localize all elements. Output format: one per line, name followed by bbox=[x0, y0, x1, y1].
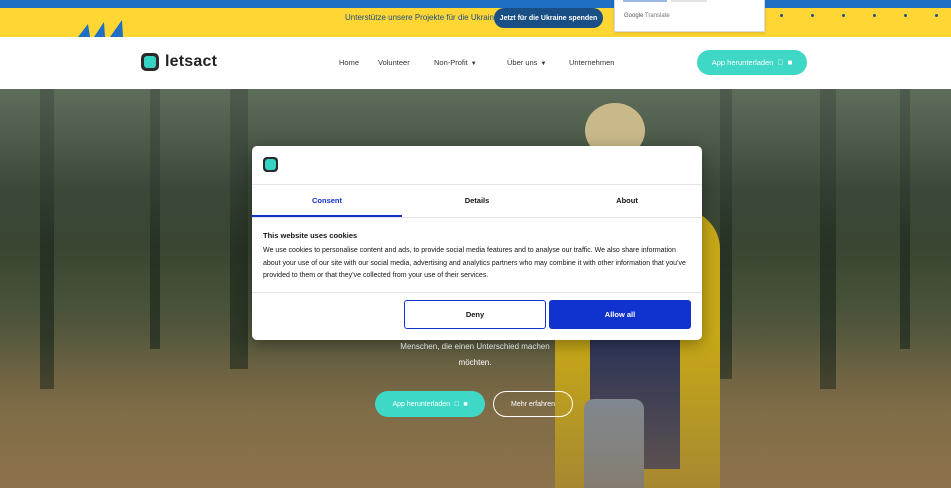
nav-item-non-profit[interactable]: Non-Profit ▼ bbox=[434, 58, 477, 67]
translate-bar bbox=[623, 0, 667, 2]
tab-details[interactable]: Details bbox=[402, 184, 552, 216]
android-icon: ■ bbox=[784, 58, 792, 67]
chevron-down-icon: ▼ bbox=[470, 61, 477, 67]
hero-subtitle: Menschen, die einen Unterschied machen m… bbox=[400, 342, 550, 367]
letsact-logo[interactable]: letsact bbox=[141, 53, 217, 71]
translate-bar bbox=[671, 0, 707, 2]
google-translate-label: Google Translate bbox=[624, 13, 670, 19]
google-translate-widget[interactable]: Google Translate bbox=[614, 0, 765, 32]
chevron-down-icon: ▼ bbox=[540, 61, 547, 67]
nav-item-ueber-uns[interactable]: Über uns ▼ bbox=[507, 58, 546, 67]
banner-blue-stripe bbox=[0, 0, 951, 8]
deny-cookies-button[interactable]: Deny bbox=[404, 300, 546, 329]
tab-about[interactable]: About bbox=[552, 184, 702, 216]
donate-ukraine-button[interactable]: Jetzt für die Ukraine spenden bbox=[494, 8, 603, 28]
android-icon: ■ bbox=[460, 400, 467, 408]
nav-item-volunteer[interactable]: Volunteer bbox=[378, 58, 410, 67]
apple-icon:  bbox=[454, 401, 459, 408]
cookie-dialog-body: We use cookies to personalise content an… bbox=[263, 247, 686, 279]
ukraine-banner: Unterstütze unsere Projekte für die Ukra… bbox=[0, 0, 951, 37]
app-download-button[interactable]: App herunterladen  ■ bbox=[697, 50, 807, 75]
nav-item-home[interactable]: Home bbox=[339, 58, 359, 67]
banner-dots-decoration bbox=[780, 14, 950, 20]
allow-all-cookies-button[interactable]: Allow all bbox=[549, 300, 691, 329]
dialog-logo-icon bbox=[263, 157, 278, 172]
learn-more-button[interactable]: Mehr erfahren bbox=[493, 391, 573, 417]
hero-app-download-button[interactable]: App herunterladen  ■ bbox=[375, 391, 485, 417]
nav-item-unternehmen[interactable]: Unternehmen bbox=[569, 58, 614, 67]
logo-icon bbox=[141, 53, 159, 71]
cookie-consent-dialog: Consent Details About This website uses … bbox=[252, 146, 702, 340]
ukraine-banner-text: Unterstütze unsere Projekte für die Ukra… bbox=[345, 13, 499, 22]
apple-icon:  bbox=[777, 58, 783, 67]
main-nav: letsact Home Volunteer Non-Profit ▼ Über … bbox=[0, 37, 951, 89]
cookie-dialog-title: This website uses cookies bbox=[263, 231, 358, 240]
tab-consent[interactable]: Consent bbox=[252, 184, 402, 216]
logo-text: letsact bbox=[165, 53, 218, 70]
banner-decoration-icon bbox=[78, 20, 123, 37]
